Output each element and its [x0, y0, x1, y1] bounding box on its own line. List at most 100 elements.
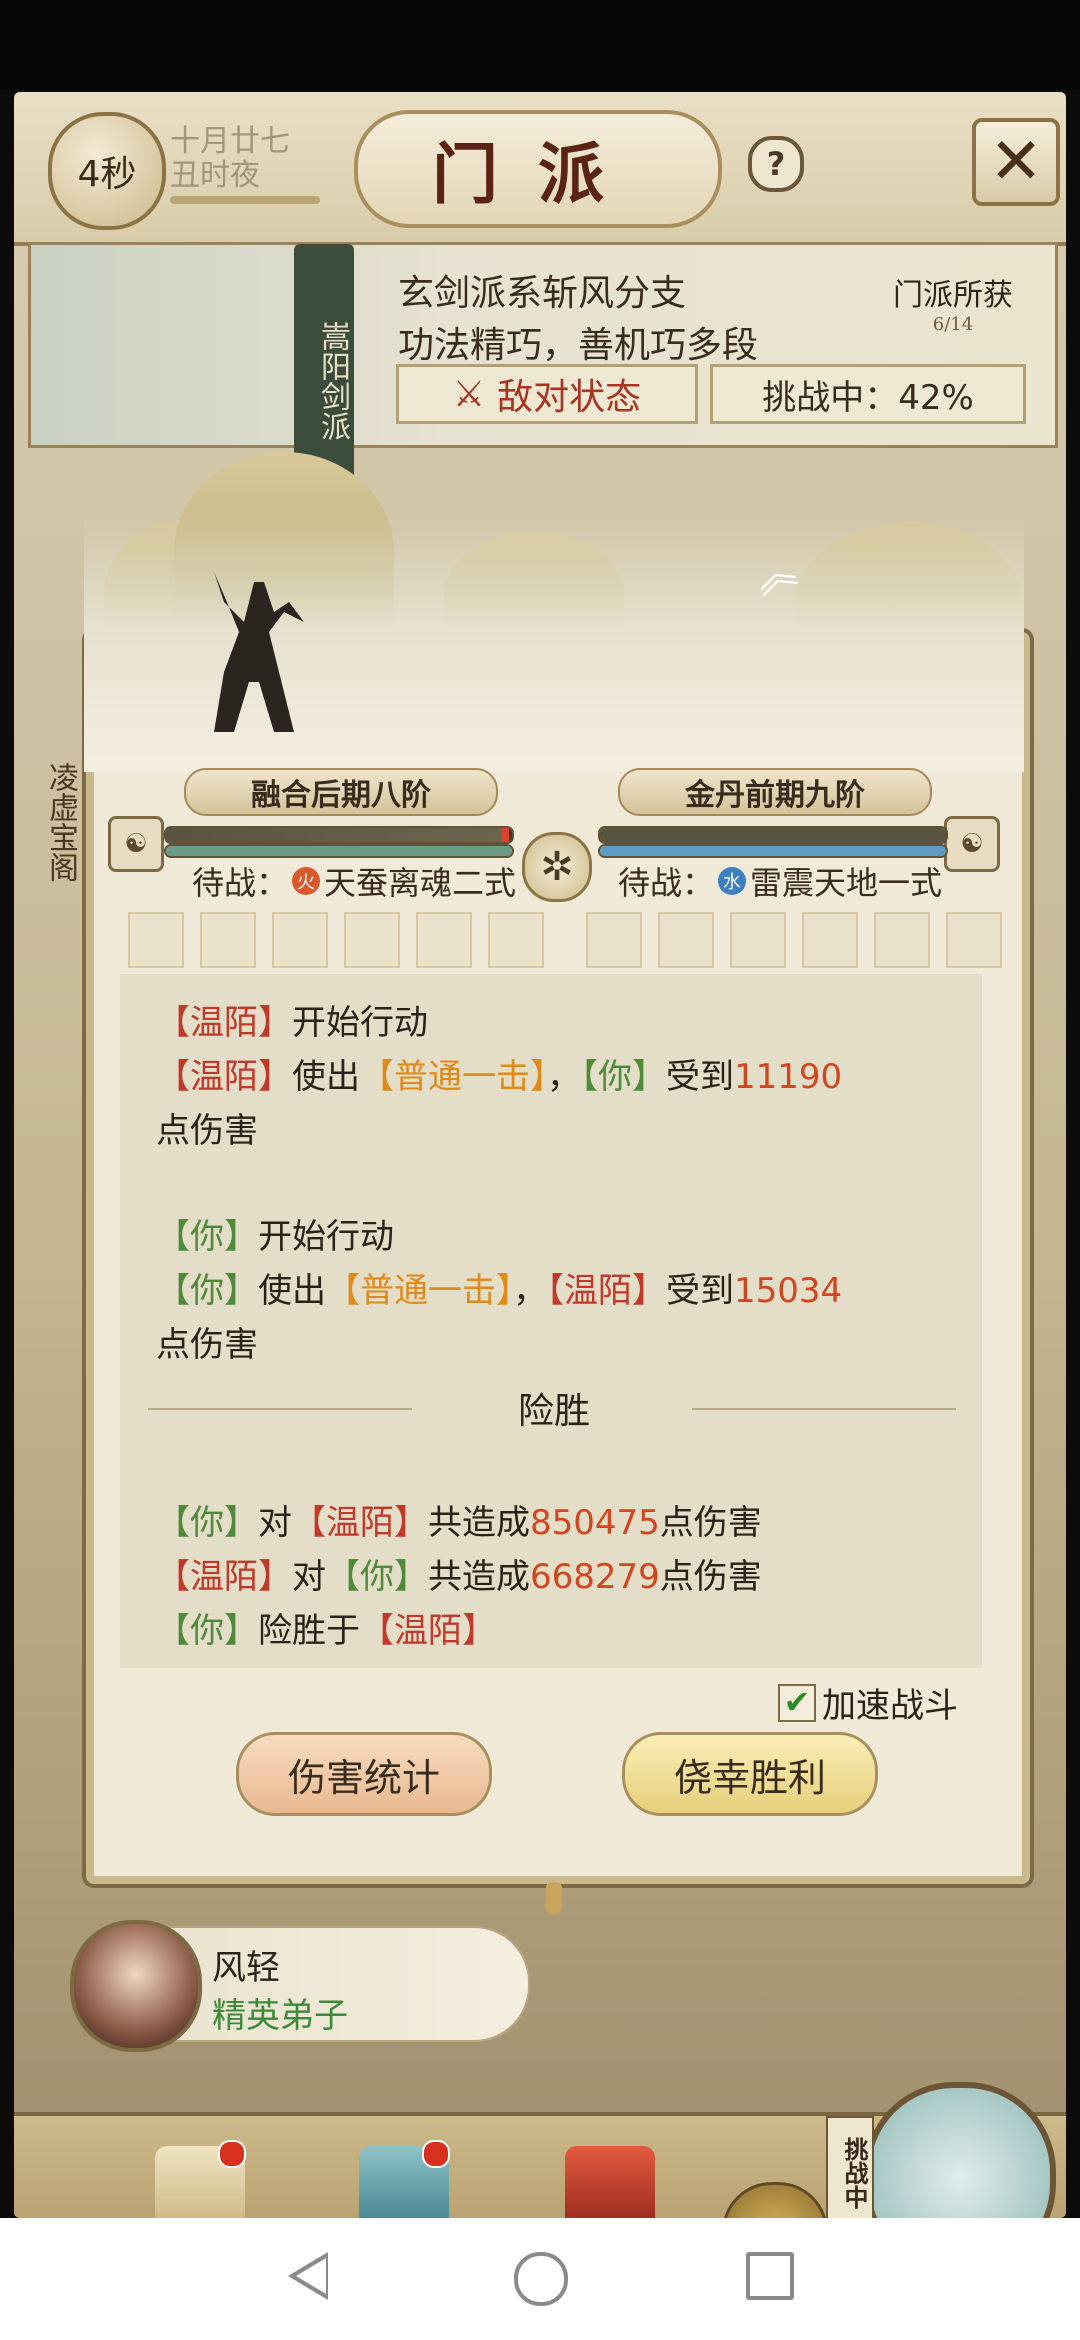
damage-value: 11190: [734, 1057, 843, 1097]
skill-name: 【普通一击】: [360, 1057, 547, 1097]
damage-value: 850475: [530, 1503, 660, 1543]
player-hp-fill: [166, 828, 509, 842]
speed-battle-toggle[interactable]: ✔ 加速战斗: [778, 1678, 958, 1727]
buff-slot: [658, 912, 714, 968]
disciple-name: 风轻: [212, 1948, 280, 1988]
divider: [692, 1408, 956, 1410]
disciple-rank: 精英弟子: [212, 1996, 348, 2036]
water-element-icon: 水: [718, 867, 747, 895]
buff-slot: [488, 912, 544, 968]
log-text: 受到: [666, 1057, 734, 1097]
enemy-hp-bar: [598, 826, 948, 844]
buff-slot: [272, 912, 328, 968]
pending-prefix: 待战：: [192, 864, 289, 902]
log-text: 点伤害: [659, 1503, 762, 1543]
log-line: 【温陌】使出【普通一击】，【你】受到11190: [156, 1050, 842, 1104]
enemy-pending-skill: 待战： 水 雷震天地一式: [618, 858, 942, 904]
pending-skill-name: 雷震天地一式: [750, 864, 943, 902]
skill-name: 【普通一击】: [326, 1271, 513, 1311]
combatant-name: 【你】: [156, 1503, 258, 1543]
combatant-name: 【温陌】: [547, 1271, 666, 1311]
summary-line: 【温陌】对【你】共造成668279点伤害: [156, 1550, 762, 1604]
combatant-name: 【你】: [156, 1611, 258, 1651]
divider: [148, 1408, 412, 1410]
fire-element-icon: 火: [292, 867, 321, 895]
combatant-name: 【温陌】: [156, 1557, 292, 1597]
pending-skill-name: 天蚕离魂二式: [324, 864, 517, 902]
close-button[interactable]: ✕: [972, 118, 1060, 206]
damage-stats-button[interactable]: 伤害统计: [236, 1732, 492, 1816]
enemy-rank: 金丹前期九阶: [618, 768, 932, 816]
damage-value: 15034: [734, 1271, 843, 1311]
buff-slot: [730, 912, 786, 968]
log-text: 对: [258, 1503, 292, 1543]
log-text: ，: [547, 1057, 581, 1097]
buff-slot: [946, 912, 1002, 968]
player-portrait-icon[interactable]: ☯: [108, 816, 164, 872]
damage-value: 668279: [530, 1557, 660, 1597]
home-icon[interactable]: [514, 2252, 568, 2306]
log-text: 对: [292, 1557, 326, 1597]
sect-reward-label: 门派所获: [893, 278, 1013, 313]
nav-xuanjing[interactable]: 玄境: [130, 2146, 270, 2218]
log-text: 险胜于: [258, 1611, 360, 1651]
combatant-name: 【你】: [326, 1557, 428, 1597]
enemy-state-label: 敌对状态: [497, 377, 642, 418]
combatant-name: 【温陌】: [156, 1057, 292, 1097]
enemy-portrait-icon[interactable]: ☯: [944, 816, 1000, 872]
enemy-mp-fill: [600, 846, 946, 856]
challenge-tag: 挑战中: [826, 2116, 874, 2218]
enemy-state-button[interactable]: ⚔ 敌对状态: [396, 364, 698, 424]
victory-button[interactable]: 侥幸胜利: [622, 1732, 878, 1816]
log-text: 使出: [292, 1057, 360, 1097]
enemy-figure-icon: [214, 572, 304, 732]
buff-slot: [416, 912, 472, 968]
buff-slot: [128, 912, 184, 968]
avatar[interactable]: [70, 1920, 202, 2052]
lunar-time: 丑时夜: [170, 158, 260, 193]
yin-yang-emblem-icon: ✲: [522, 832, 592, 902]
player-hp-bar: [164, 826, 514, 844]
side-tab-treasure-pavilion[interactable]: 凌虚宝阁: [34, 732, 82, 912]
timer-badge: 4秒: [48, 112, 166, 230]
log-line: 【你】开始行动: [156, 1210, 394, 1264]
enemy-buff-slots: [586, 912, 1002, 968]
pending-prefix: 待战：: [618, 864, 715, 902]
player-rank: 融合后期八阶: [184, 768, 498, 816]
log-line: 【你】使出【普通一击】，【温陌】受到15034: [156, 1264, 842, 1318]
buff-slot: [802, 912, 858, 968]
top-bar: 4秒 十月廿七 丑时夜 门派 ? ✕: [14, 92, 1066, 246]
notification-dot: [218, 2140, 246, 2168]
nav-dongfu[interactable]: 洞府: [334, 2146, 474, 2218]
enemy-hp-fill: [600, 828, 946, 842]
help-button[interactable]: ?: [748, 136, 804, 192]
summary-line: 【你】险胜于【温陌】: [156, 1604, 496, 1658]
banner-icon: [565, 2146, 655, 2218]
log-text: 使出: [258, 1271, 326, 1311]
combatant-name: 【温陌】: [360, 1611, 496, 1651]
log-line: 【温陌】开始行动: [156, 996, 428, 1050]
log-text: ，: [513, 1271, 547, 1311]
crossed-swords-icon: ⚔: [452, 373, 486, 415]
enemy-mp-bar: [598, 844, 948, 858]
page-title: 门派: [354, 110, 722, 228]
player-mp-fill: [166, 846, 512, 856]
sect-reward-button[interactable]: 门派所获 6/14: [878, 270, 1028, 350]
log-text: 受到: [666, 1271, 734, 1311]
log-text: 点伤害: [659, 1557, 762, 1597]
player-buff-slots: [128, 912, 544, 968]
log-line: 点伤害: [156, 1111, 258, 1151]
player-mp-bar: [164, 844, 514, 858]
time-progress-bar: [170, 196, 320, 204]
nav-shimen[interactable]: 师门: [540, 2146, 680, 2218]
recent-apps-icon[interactable]: [746, 2252, 794, 2300]
checkbox-checked-icon[interactable]: ✔: [778, 1683, 816, 1722]
summary-line: 【你】对【温陌】共造成850475点伤害: [156, 1496, 762, 1550]
log-text: 开始行动: [258, 1217, 394, 1257]
combatant-name: 【温陌】: [156, 1003, 292, 1043]
speed-battle-label: 加速战斗: [822, 1686, 958, 1726]
log-text: 共造成: [428, 1503, 530, 1543]
combatant-name: 【你】: [156, 1217, 258, 1257]
combatant-name: 【你】: [156, 1271, 258, 1311]
log-text: 共造成: [428, 1557, 530, 1597]
